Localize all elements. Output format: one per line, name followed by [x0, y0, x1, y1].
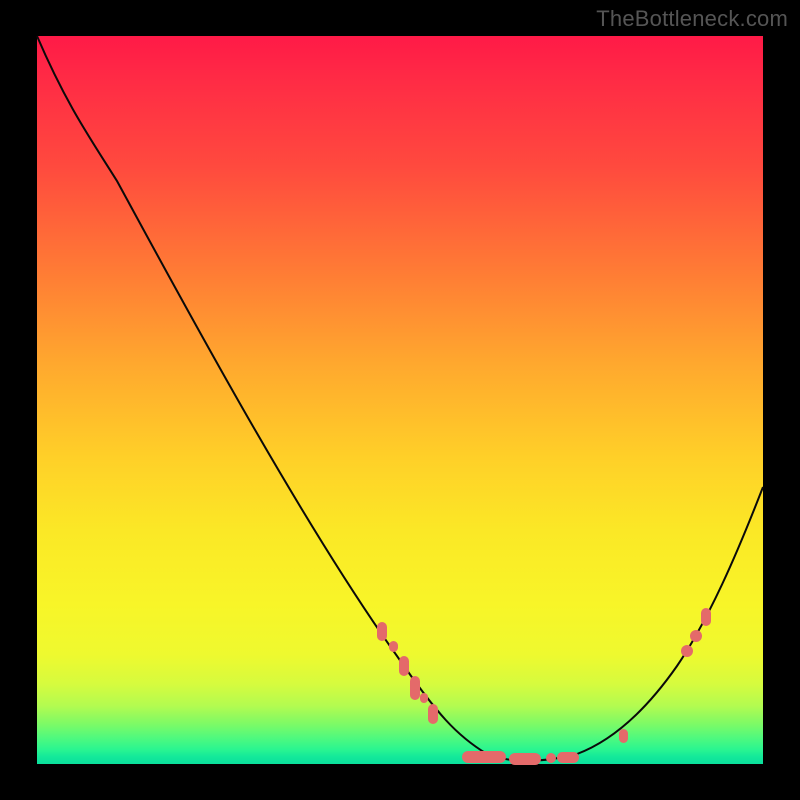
data-marker	[399, 656, 409, 676]
data-marker	[428, 704, 438, 724]
bottleneck-curve	[37, 36, 763, 761]
data-marker	[690, 630, 702, 642]
data-marker	[377, 622, 387, 641]
watermark-text: TheBottleneck.com	[596, 6, 788, 32]
data-marker	[389, 641, 398, 652]
data-marker	[681, 645, 693, 657]
data-marker	[619, 729, 628, 743]
data-marker	[420, 693, 428, 703]
data-marker	[546, 753, 556, 763]
data-marker	[557, 752, 579, 763]
chart-container: TheBottleneck.com	[0, 0, 800, 800]
data-marker	[410, 676, 420, 700]
data-marker	[701, 608, 711, 626]
data-marker	[509, 753, 541, 765]
chart-svg	[37, 36, 763, 764]
data-marker	[462, 751, 506, 763]
plot-area	[37, 36, 763, 764]
